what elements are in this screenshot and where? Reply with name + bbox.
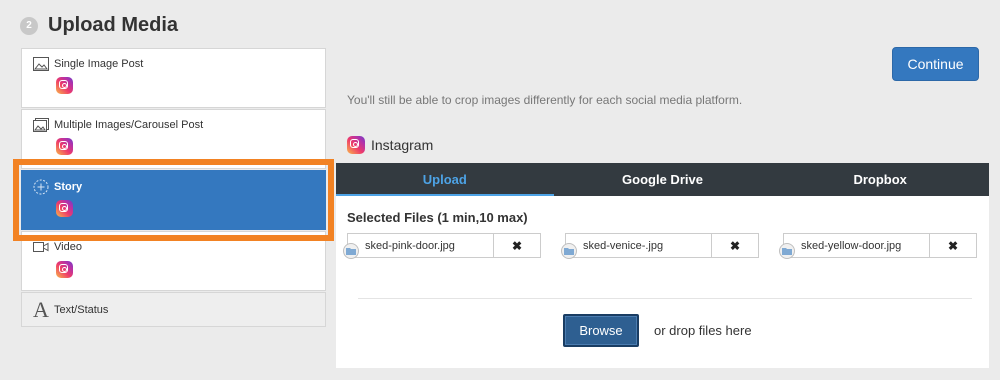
post-type-text-status[interactable]: A Text/Status bbox=[21, 292, 326, 327]
upload-panel: Upload Google Drive Dropbox Selected Fil… bbox=[336, 163, 989, 368]
post-type-label: Story bbox=[54, 181, 83, 193]
file-name: sked-pink-door.jpg bbox=[347, 233, 494, 258]
instagram-icon bbox=[56, 200, 73, 217]
step-header: 2 Upload Media bbox=[20, 14, 178, 37]
crop-hint-text: You'll still be able to crop images diff… bbox=[347, 93, 743, 107]
image-icon bbox=[33, 57, 49, 71]
tab-google-drive[interactable]: Google Drive bbox=[554, 163, 772, 196]
instagram-icon bbox=[56, 77, 73, 94]
post-type-single-image[interactable]: Single Image Post bbox=[21, 48, 326, 108]
post-type-story[interactable]: Story bbox=[21, 170, 326, 230]
step-number-badge: 2 bbox=[20, 16, 38, 35]
folder-icon bbox=[779, 243, 795, 259]
continue-button[interactable]: Continue bbox=[892, 47, 979, 81]
file-item: sked-yellow-door.jpg ✖ bbox=[779, 233, 977, 259]
selected-files-title: Selected Files (1 min,10 max) bbox=[347, 210, 528, 225]
images-icon bbox=[33, 118, 49, 132]
instagram-icon bbox=[56, 138, 73, 155]
post-type-label: Video bbox=[54, 241, 82, 253]
post-type-label: Text/Status bbox=[54, 304, 109, 316]
browse-button[interactable]: Browse bbox=[563, 314, 639, 347]
instagram-icon bbox=[347, 136, 365, 154]
remove-file-button[interactable]: ✖ bbox=[494, 233, 541, 258]
folder-icon bbox=[561, 243, 577, 259]
file-name: sked-yellow-door.jpg bbox=[783, 233, 930, 258]
post-type-label: Single Image Post bbox=[54, 58, 144, 70]
divider bbox=[358, 298, 972, 299]
post-type-video[interactable]: Video bbox=[21, 231, 326, 291]
platform-label: Instagram bbox=[347, 136, 433, 154]
text-a-icon: A bbox=[33, 297, 49, 322]
post-type-carousel[interactable]: Multiple Images/Carousel Post bbox=[21, 109, 326, 169]
drop-zone-text: or drop files here bbox=[654, 323, 752, 338]
tab-upload[interactable]: Upload bbox=[336, 163, 554, 196]
file-name: sked-venice-.jpg bbox=[565, 233, 712, 258]
file-item: sked-venice-.jpg ✖ bbox=[561, 233, 759, 259]
platform-name: Instagram bbox=[371, 137, 434, 153]
remove-file-button[interactable]: ✖ bbox=[930, 233, 977, 258]
folder-icon bbox=[343, 243, 359, 259]
source-tabs: Upload Google Drive Dropbox bbox=[336, 163, 989, 196]
video-icon bbox=[33, 242, 49, 252]
remove-file-button[interactable]: ✖ bbox=[712, 233, 759, 258]
post-type-list: Single Image Post Multiple Images/Carous… bbox=[21, 48, 326, 328]
instagram-icon bbox=[56, 261, 73, 278]
tab-dropbox[interactable]: Dropbox bbox=[771, 163, 989, 196]
post-type-label: Multiple Images/Carousel Post bbox=[54, 119, 204, 131]
file-item: sked-pink-door.jpg ✖ bbox=[343, 233, 541, 259]
story-plus-icon bbox=[33, 179, 49, 195]
page-title: Upload Media bbox=[48, 14, 179, 36]
